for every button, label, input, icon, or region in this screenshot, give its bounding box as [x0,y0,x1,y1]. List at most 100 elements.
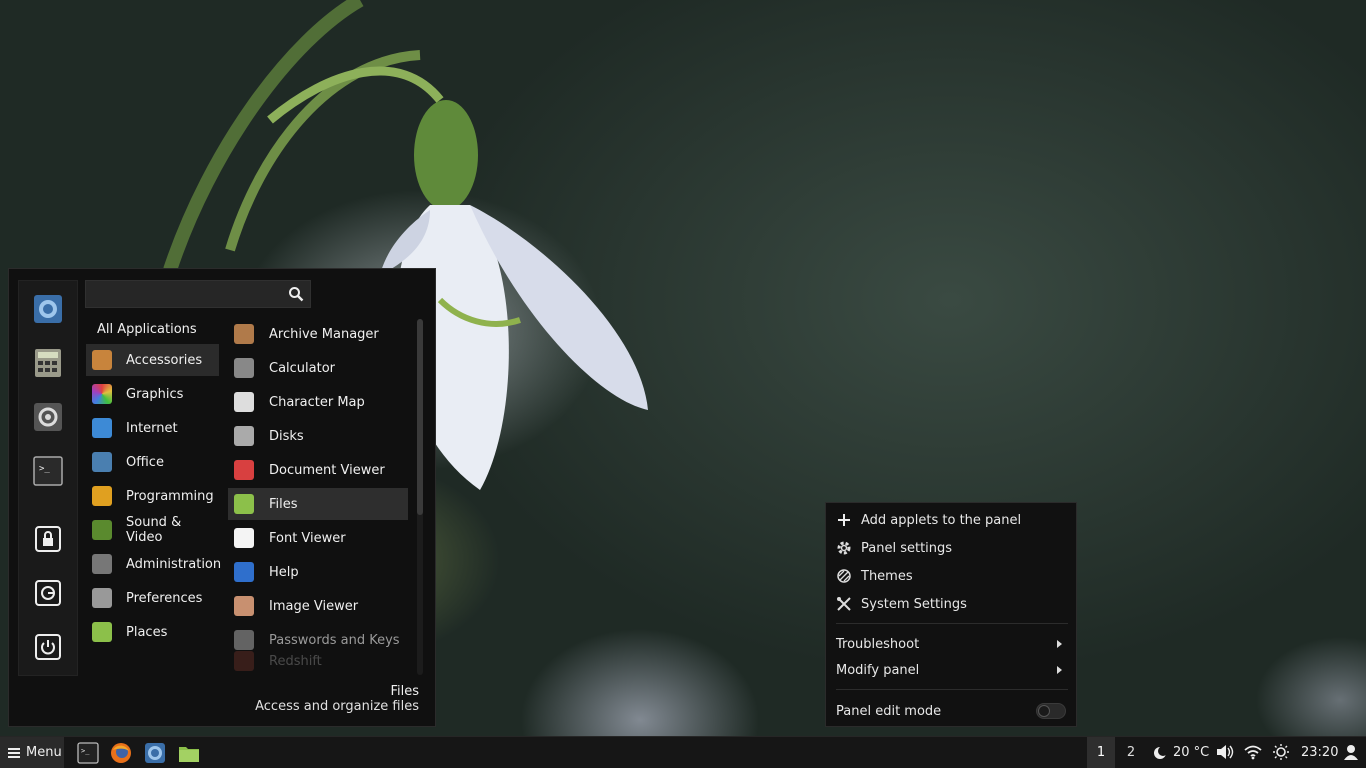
bottom-panel: Menu >_ 1 2 20 °C 23:20 [0,736,1366,768]
app-label: Calculator [269,360,336,376]
app-character-map[interactable]: Character Map [228,386,408,418]
themes-item[interactable]: Themes [826,563,1076,589]
tools-icon [836,596,852,612]
app-files[interactable]: Files [228,488,408,520]
workspace-2[interactable]: 2 [1117,737,1145,768]
application-menu: >_ All Applications Accessories Graphics… [8,268,436,727]
app-label: Font Viewer [269,530,346,546]
app-calculator[interactable]: Calculator [228,352,408,384]
app-archive-manager[interactable]: Archive Manager [228,318,408,350]
volume-icon[interactable] [1216,744,1234,760]
calculator-icon [234,358,254,378]
category-sound-video[interactable]: Sound & Video [86,514,219,546]
modify-panel-submenu[interactable]: Modify panel [826,657,1076,683]
menu-item-label: Themes [861,568,913,584]
wifi-icon[interactable] [1244,744,1262,760]
menu-separator [836,623,1068,624]
user-icon[interactable] [1343,744,1359,760]
fav-terminal[interactable]: >_ [33,456,63,486]
accessories-icon [92,350,112,370]
clock-applet[interactable]: 23:20 [1301,737,1338,768]
panel-context-menu: Add applets to the panel Panel settings … [825,502,1077,727]
character-map-icon [234,392,254,412]
app-image-viewer[interactable]: Image Viewer [228,590,408,622]
app-label: Files [269,496,298,512]
app-help[interactable]: Help [228,556,408,588]
system-settings-icon [34,403,62,431]
add-applets-item[interactable]: Add applets to the panel [826,507,1076,533]
app-label: Image Viewer [269,598,359,614]
fav-system-settings[interactable] [33,402,63,432]
chromium-icon [34,295,62,323]
category-internet[interactable]: Internet [86,412,219,444]
category-programming[interactable]: Programming [86,480,219,512]
search-box [85,280,311,308]
app-font-viewer[interactable]: Font Viewer [228,522,408,554]
svg-text:>_: >_ [81,747,90,755]
selected-app-name: Files [390,684,419,699]
category-all-applications[interactable]: All Applications [97,322,197,337]
office-icon [92,452,112,472]
graphics-icon [92,384,112,404]
brightness-icon[interactable] [1272,744,1290,760]
fav-chromium[interactable] [33,294,63,324]
troubleshoot-submenu[interactable]: Troubleshoot [826,631,1076,657]
weather-applet[interactable]: 20 °C [1153,737,1209,768]
app-label: Passwords and Keys [269,632,400,648]
search-input[interactable] [92,285,276,305]
toggle-knob [1038,705,1050,717]
app-label: Archive Manager [269,326,379,342]
app-redshift[interactable]: Redshift [228,650,408,672]
gear-icon [836,540,852,556]
system-settings-item[interactable]: System Settings [826,591,1076,617]
category-label: Accessories [126,352,203,368]
menu-button[interactable]: Menu [0,737,64,768]
category-accessories[interactable]: Accessories [86,344,219,376]
category-label: Office [126,454,164,470]
chromium-icon[interactable] [144,742,166,764]
menu-separator [836,689,1068,690]
menu-item-label: Modify panel [836,662,920,678]
archive-manager-icon [234,324,254,344]
files-folder-icon [234,494,254,514]
fav-logout[interactable] [33,578,63,608]
terminal-icon: >_ [33,456,63,486]
chevron-right-icon [1057,640,1062,648]
menu-item-label: Add applets to the panel [861,512,1022,528]
category-label: Graphics [126,386,184,402]
terminal-icon[interactable]: >_ [77,742,99,764]
fav-quit[interactable] [33,632,63,662]
fav-calculator[interactable] [33,348,63,378]
workspace-1[interactable]: 1 [1087,737,1115,768]
menu-item-label: Panel edit mode [836,703,942,719]
files-folder-icon[interactable] [178,742,200,764]
svg-text:>_: >_ [39,464,50,474]
clock-time: 23:20 [1301,745,1339,760]
menu-item-label: Troubleshoot [836,636,920,652]
administration-icon [92,554,112,574]
internet-icon [92,418,112,438]
panel-edit-mode-toggle[interactable] [1036,703,1066,719]
app-disks[interactable]: Disks [228,420,408,452]
panel-settings-item[interactable]: Panel settings [826,535,1076,561]
chevron-right-icon [1057,666,1062,674]
firefox-icon[interactable] [110,742,132,764]
apps-scrollbar[interactable] [417,319,423,675]
category-graphics[interactable]: Graphics [86,378,219,410]
favorites-sidebar: >_ [18,280,78,676]
sound-video-icon [92,520,112,540]
search-icon[interactable] [288,286,304,302]
app-document-viewer[interactable]: Document Viewer [228,454,408,486]
hamburger-icon [8,747,20,758]
category-places[interactable]: Places [86,616,219,648]
category-label: Sound & Video [126,515,182,545]
menu-item-label: System Settings [861,596,967,612]
category-administration[interactable]: Administration [86,548,221,580]
app-label: Disks [269,428,304,444]
category-office[interactable]: Office [86,446,219,478]
moon-icon [1154,745,1167,759]
fav-lock-screen[interactable] [33,524,63,554]
scrollbar-thumb[interactable] [417,319,423,515]
category-preferences[interactable]: Preferences [86,582,219,614]
lock-icon [35,526,61,552]
